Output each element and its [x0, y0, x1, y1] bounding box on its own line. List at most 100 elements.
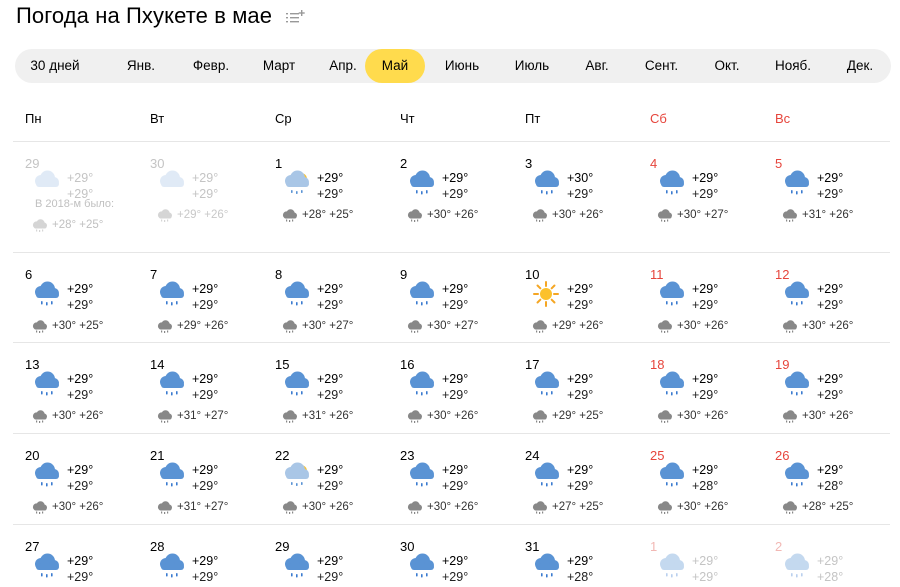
rain-cloud-icon [656, 208, 673, 222]
day-cell[interactable]: 15 +29° +29° +31° +26° [263, 343, 388, 434]
rain-cloud-icon [656, 319, 673, 333]
day-cell[interactable]: 19 +29° +29° +30° +26° [763, 343, 888, 434]
day-cell[interactable]: 7 +29° +29° +29° +26° [138, 253, 263, 343]
month-tab[interactable]: 30 дней [22, 49, 88, 83]
rain-cloud-icon [156, 462, 186, 488]
day-cell[interactable]: 16 +29° +29° +30° +26° [388, 343, 513, 434]
month-tab[interactable]: Июнь [432, 49, 492, 83]
day-cell[interactable]: 3 +30° +29° +30° +26° [513, 142, 638, 253]
day-cell[interactable]: 26 +29° +28° +28° +25° [763, 434, 888, 525]
history-temps: +30° +26° [781, 409, 853, 423]
history-temps-text: +30° +27° [427, 320, 479, 332]
month-tab[interactable]: Нояб. [758, 49, 828, 83]
weekday-label: Пн [25, 111, 42, 126]
rain-cloud-icon [781, 371, 811, 397]
history-temps-text: +30° +26° [427, 209, 479, 221]
history-temps: +31° +26° [781, 208, 853, 222]
day-cell[interactable]: 1 +29° +29° [638, 525, 763, 587]
rain-cloud-icon [31, 462, 61, 488]
rain-cloud-icon [156, 319, 173, 333]
night-temp: +29° [67, 388, 94, 402]
rain-cloud-icon [781, 170, 811, 196]
month-tab[interactable]: Май [365, 49, 425, 83]
day-cell[interactable]: 17 +29° +29° +29° +25° [513, 343, 638, 434]
day-temp: +30° [567, 171, 594, 185]
day-temp: +29° [317, 171, 344, 185]
day-cell[interactable]: 30 +29° +29° +29° +26° [138, 142, 263, 253]
day-cell[interactable]: 14 +29° +29° +31° +27° [138, 343, 263, 434]
rain-cloud-icon [156, 553, 186, 579]
day-number: 16 [400, 357, 415, 372]
rain-cloud-icon [656, 170, 686, 196]
history-note-temps-text: +28° +25° [52, 219, 104, 231]
weekday-label: Чт [400, 111, 415, 126]
day-cell[interactable]: 6 +29° +29° +30° +25° [13, 253, 138, 343]
month-tab[interactable]: Авг. [566, 49, 628, 83]
history-temps: +29° +25° [531, 409, 603, 423]
night-temp: +29° [442, 388, 469, 402]
day-cell[interactable]: 8 +29° +29° +30° +27° [263, 253, 388, 343]
day-cell[interactable]: 23 +29° +29° +30° +26° [388, 434, 513, 525]
day-cell[interactable]: 9 +29° +29° +30° +27° [388, 253, 513, 343]
month-tab[interactable]: Февр. [174, 49, 248, 83]
day-cell[interactable]: 12 +29° +29° +30° +26° [763, 253, 888, 343]
day-cell[interactable]: 4 +29° +29° +30° +27° [638, 142, 763, 253]
day-cell[interactable]: 24 +29° +29° +27° +25° [513, 434, 638, 525]
day-cell[interactable]: 1 +29° +29° +28° +25° [263, 142, 388, 253]
day-temp: +29° [692, 372, 719, 386]
history-temps-text: +30° +26° [677, 320, 729, 332]
rain-cloud-icon [781, 462, 811, 488]
day-cell[interactable]: 28 +29° +29° [138, 525, 263, 587]
day-cell[interactable]: 31 +29° +28° [513, 525, 638, 587]
night-temp: +29° [67, 570, 94, 584]
rain-cloud-icon [281, 553, 311, 579]
day-temp: +29° [192, 554, 219, 568]
month-tab[interactable]: Окт. [697, 49, 757, 83]
day-cell[interactable]: 20 +29° +29° +30° +26° [13, 434, 138, 525]
day-number: 20 [25, 448, 40, 463]
rain-cloud-icon [406, 553, 436, 579]
day-cell[interactable]: 25 +29° +28° +30° +26° [638, 434, 763, 525]
weekday-label: Сб [650, 111, 667, 126]
history-temps-text: +27° +25° [552, 501, 604, 513]
day-temp: +29° [442, 171, 469, 185]
day-cell[interactable]: 5 +29° +29° +31° +26° [763, 142, 888, 253]
month-tab[interactable]: Апр. [313, 49, 373, 83]
day-number: 25 [650, 448, 665, 463]
day-cell[interactable]: 21 +29° +29° +31° +27° [138, 434, 263, 525]
rain-cloud-icon [781, 208, 798, 222]
day-cell[interactable]: 30 +29° +29° [388, 525, 513, 587]
weekday-label: Вс [775, 111, 791, 126]
day-cell[interactable]: 29 +29° +29° [263, 525, 388, 587]
list-add-icon[interactable] [286, 10, 306, 24]
day-number: 14 [150, 357, 165, 372]
month-tab[interactable]: Март [246, 49, 312, 83]
night-temp: +29° [692, 187, 719, 201]
day-temp: +29° [567, 372, 594, 386]
day-cell[interactable]: 11 +29° +29° +30° +26° [638, 253, 763, 343]
rain-cloud-icon [531, 208, 548, 222]
day-cell[interactable]: 29 +29° +29° В 2018-м было: +28° +25° [13, 142, 138, 253]
day-cell[interactable]: 2 +29° +28° [763, 525, 888, 587]
night-temp: +29° [817, 187, 844, 201]
day-temp: +29° [442, 463, 469, 477]
month-tab[interactable]: Дек. [829, 49, 891, 83]
day-cell[interactable]: 18 +29° +29° +30° +26° [638, 343, 763, 434]
day-cell[interactable]: 10 +29° +29° +29° +26° [513, 253, 638, 343]
day-cell[interactable]: 27 +29° +29° [13, 525, 138, 587]
month-tab[interactable]: Июль [502, 49, 562, 83]
month-tab[interactable]: Сент. [629, 49, 694, 83]
history-temps-text: +30° +26° [302, 501, 354, 513]
day-temp: +29° [442, 282, 469, 296]
day-cell[interactable]: 22 +29° +29° +30° +26° [263, 434, 388, 525]
day-cell[interactable]: 13 +29° +29° +30° +26° [13, 343, 138, 434]
day-temp: +29° [567, 282, 594, 296]
history-temps: +30° +26° [656, 500, 728, 514]
week-row: 20 +29° +29° +30° +26° 21 +29° +29° +31° +27° 22… [13, 434, 890, 525]
month-tab[interactable]: Янв. [113, 49, 169, 83]
history-temps-text: +28° +25° [302, 209, 354, 221]
day-number: 7 [150, 267, 158, 282]
history-temps: +29° +26° [156, 208, 228, 222]
day-number: 3 [525, 156, 533, 171]
day-cell[interactable]: 2 +29° +29° +30° +26° [388, 142, 513, 253]
